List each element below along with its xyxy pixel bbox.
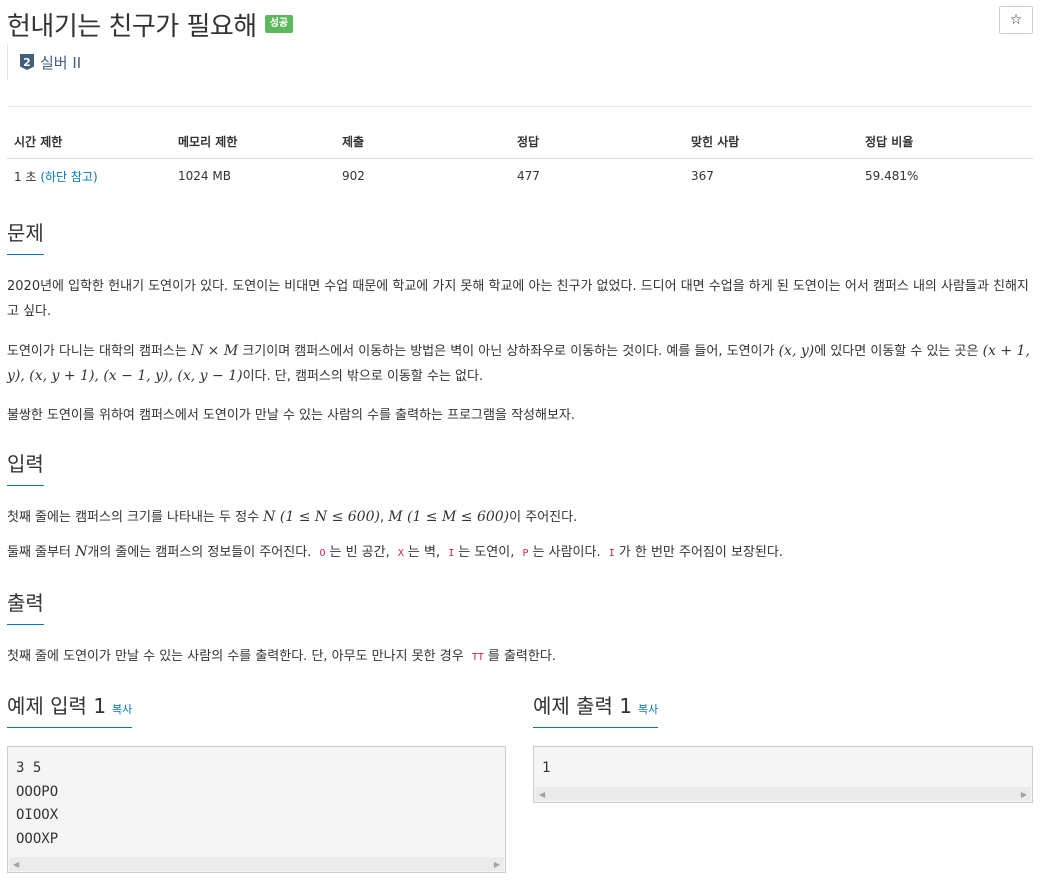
memory-limit-cell: 1024 MB: [178, 169, 231, 183]
text-span: 개의 줄에는 캠퍼스의 정보들이 주어진다.: [87, 545, 316, 560]
text-span: 도연이가 다니는 대학의 캠퍼스는: [7, 344, 191, 359]
text-span: 가 한 번만 주어짐이 보장된다.: [618, 545, 783, 560]
text-span: 를 출력한다.: [487, 649, 556, 664]
text-span: 는 도연이,: [458, 545, 519, 560]
silver-tier-icon: 2: [20, 54, 34, 70]
output-line-1: 첫째 줄에 도연이가 만날 수 있는 사람의 수를 출력한다. 단, 아무도 만…: [7, 644, 1033, 670]
sample-input-header: 예제 입력 1 복사: [7, 690, 506, 728]
text-span: 는 사람이다.: [532, 545, 605, 560]
section-title: 예제 입력 1 복사: [7, 690, 133, 728]
math-expression: N: [75, 544, 88, 560]
divider: [7, 624, 1033, 625]
problem-section-header: 문제: [7, 217, 1033, 255]
horizontal-scrollbar[interactable]: ◀ ▶: [535, 787, 1031, 801]
text-span: 크기이며 캠퍼스에서 이동하는 방법은 벽이 아닌 상하좌우로 이동하는 것이다…: [238, 344, 779, 359]
submissions-cell: 902: [342, 169, 365, 183]
math-expression: N (1 ≤ N ≤ 600): [263, 509, 380, 525]
solvers-cell: 367: [691, 169, 714, 183]
status-badge: 성공: [264, 15, 294, 33]
star-icon: ☆: [1009, 12, 1023, 28]
time-limit-cell: 1 초 (하단 참고): [7, 159, 171, 194]
scroll-right-icon[interactable]: ▶: [494, 860, 500, 869]
sample-output-title: 예제 출력 1: [533, 694, 633, 718]
section-title: 예제 출력 1 복사: [533, 690, 659, 728]
divider: [7, 485, 1033, 486]
text-span: 이 주어진다.: [509, 510, 578, 525]
column-header: 정답 비율: [858, 124, 1033, 159]
time-limit-note-link[interactable]: (하단 참고): [40, 170, 97, 184]
tier-info: 2 실버 II: [7, 44, 81, 80]
inline-code: I: [448, 548, 455, 559]
input-line-1: 첫째 줄에는 캠퍼스의 크기를 나타내는 두 정수 N (1 ≤ N ≤ 600…: [7, 505, 1033, 530]
inline-code: TT: [471, 652, 484, 663]
copy-button[interactable]: 복사: [638, 703, 658, 716]
text-span: ,: [379, 510, 389, 525]
sample-input-title: 예제 입력 1: [7, 694, 107, 718]
column-header: 제출: [335, 124, 510, 159]
text-span: 에 있다면 이동할 수 있는 곳은: [814, 344, 983, 359]
problem-paragraph-1: 2020년에 입학한 헌내기 도연이가 있다. 도연이는 비대면 수업 때문에 …: [7, 279, 1029, 319]
sample-input-code: 3 5 OOOPO OIOOX OOOXP: [16, 760, 59, 847]
sample-output-box[interactable]: 1 ◀ ▶: [533, 746, 1033, 803]
text-span: 는 빈 공간,: [329, 545, 394, 560]
scroll-left-icon[interactable]: ◀: [13, 860, 19, 869]
section-title: 문제: [7, 217, 44, 255]
text-span: 는 벽,: [407, 545, 445, 560]
ratio-cell: 59.481%: [865, 169, 919, 183]
sample-output-header: 예제 출력 1 복사: [533, 690, 1033, 728]
divider: [7, 106, 1033, 107]
column-header: 메모리 제한: [171, 124, 335, 159]
star-button[interactable]: ☆: [999, 6, 1033, 34]
math-expression: (x, y): [778, 343, 815, 359]
copy-button[interactable]: 복사: [112, 703, 132, 716]
column-header: 시간 제한: [7, 124, 171, 159]
text-span: 첫째 줄에 도연이가 만날 수 있는 사람의 수를 출력한다. 단, 아무도 만…: [7, 649, 468, 664]
input-section-header: 입력: [7, 448, 1033, 486]
problem-paragraph-3: 불쌍한 도연이를 위하여 캠퍼스에서 도연이가 만날 수 있는 사람의 수를 출…: [7, 408, 576, 423]
problem-stats-table: 시간 제한 메모리 제한 제출 정답 맞힌 사람 정답 비율 1 초 (하단 참…: [7, 124, 1033, 193]
time-limit-value: 1 초: [14, 169, 41, 184]
table-row: 1 초 (하단 참고) 1024 MB 902 477 367 59.481%: [7, 159, 1033, 194]
section-title: 출력: [7, 587, 44, 625]
divider: [7, 254, 1033, 255]
scroll-right-icon[interactable]: ▶: [1021, 790, 1027, 799]
column-header: 맞힌 사람: [684, 124, 858, 159]
horizontal-scrollbar[interactable]: ◀ ▶: [9, 857, 504, 871]
inline-code: P: [522, 548, 529, 559]
problem-paragraph-2: 도연이가 다니는 대학의 캠퍼스는 N × M 크기이며 캠퍼스에서 이동하는 …: [7, 339, 1033, 389]
text-span: 이다. 단, 캠퍼스의 밖으로 이동할 수는 없다.: [242, 369, 484, 384]
divider: [7, 44, 8, 80]
problem-title-row: 헌내기는 친구가 필요해 성공: [7, 6, 294, 42]
scroll-left-icon[interactable]: ◀: [539, 790, 545, 799]
section-title: 입력: [7, 448, 44, 486]
math-expression: N × M: [190, 343, 239, 359]
tier-label[interactable]: 실버 II: [40, 52, 81, 73]
page-title: 헌내기는 친구가 필요해: [7, 11, 257, 42]
sample-output-code: 1: [542, 760, 551, 776]
inline-code: X: [397, 548, 404, 559]
output-section-header: 출력: [7, 587, 1033, 625]
table-header-row: 시간 제한 메모리 제한 제출 정답 맞힌 사람 정답 비율: [7, 124, 1033, 159]
accepted-cell: 477: [517, 169, 540, 183]
text-span: 둘째 줄부터: [7, 545, 76, 560]
sample-input-box[interactable]: 3 5 OOOPO OIOOX OOOXP ◀ ▶: [7, 746, 506, 873]
inline-code: I: [608, 548, 615, 559]
input-line-2: 둘째 줄부터 N개의 줄에는 캠퍼스의 정보들이 주어진다. O는 빈 공간, …: [7, 540, 1033, 566]
column-header: 정답: [510, 124, 684, 159]
math-expression: M (1 ≤ M ≤ 600): [388, 509, 510, 525]
text-span: 첫째 줄에는 캠퍼스의 크기를 나타내는 두 정수: [7, 510, 264, 525]
inline-code: O: [319, 548, 326, 559]
